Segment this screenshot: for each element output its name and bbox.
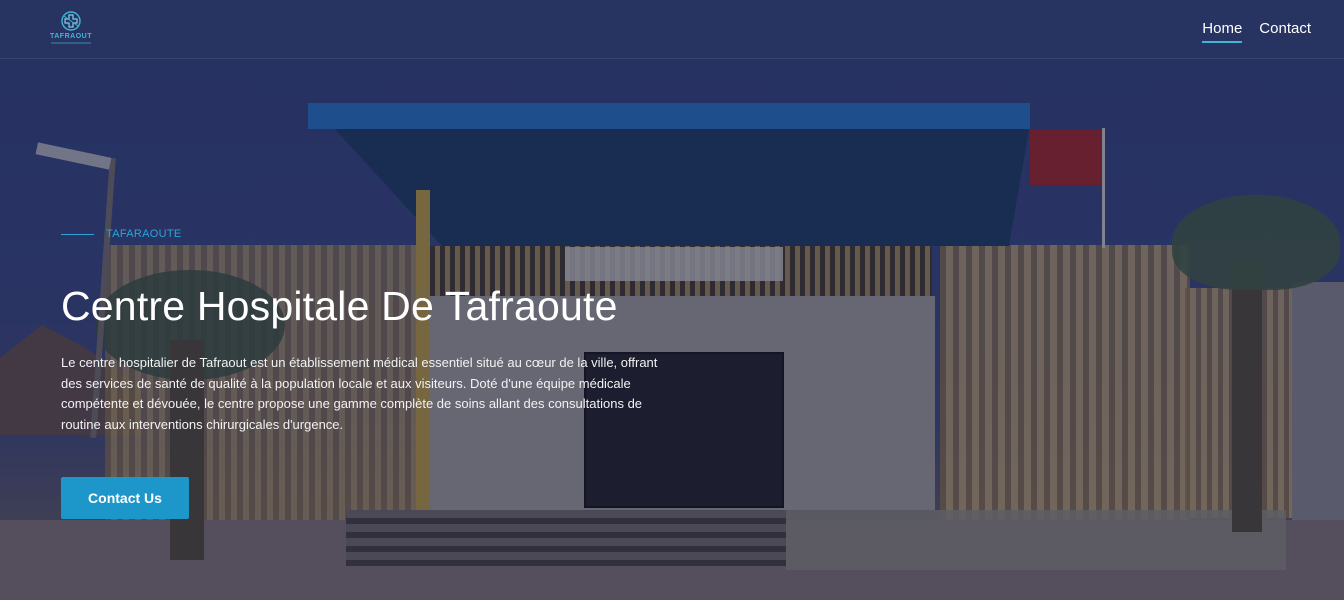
hospital-cross-emblem-icon — [61, 11, 81, 31]
hero-eyebrow: TAFARAOUTE — [61, 228, 681, 240]
hero-title: Centre Hospitale De Tafraoute — [61, 283, 618, 329]
logo-tagline — [51, 42, 91, 44]
hero-content: TAFARAOUTE Centre Hospitale De Tafraoute… — [61, 228, 681, 519]
hero-section: TAFRAOUT Home Contact TAFARAOUTE Centre … — [0, 0, 1344, 600]
main-navigation: Home Contact — [1202, 20, 1311, 43]
nav-link-home[interactable]: Home — [1202, 20, 1243, 43]
site-header: TAFRAOUT Home Contact — [0, 0, 1344, 59]
hero-description: Le centre hospitalier de Tafraout est un… — [61, 355, 658, 432]
site-logo[interactable]: TAFRAOUT — [48, 10, 94, 46]
nav-link-contact[interactable]: Contact — [1259, 20, 1311, 43]
contact-us-button[interactable]: Contact Us — [61, 477, 189, 519]
eyebrow-line — [61, 233, 94, 235]
logo-text: TAFRAOUT — [50, 33, 92, 40]
eyebrow-text: TAFARAOUTE — [106, 228, 182, 240]
